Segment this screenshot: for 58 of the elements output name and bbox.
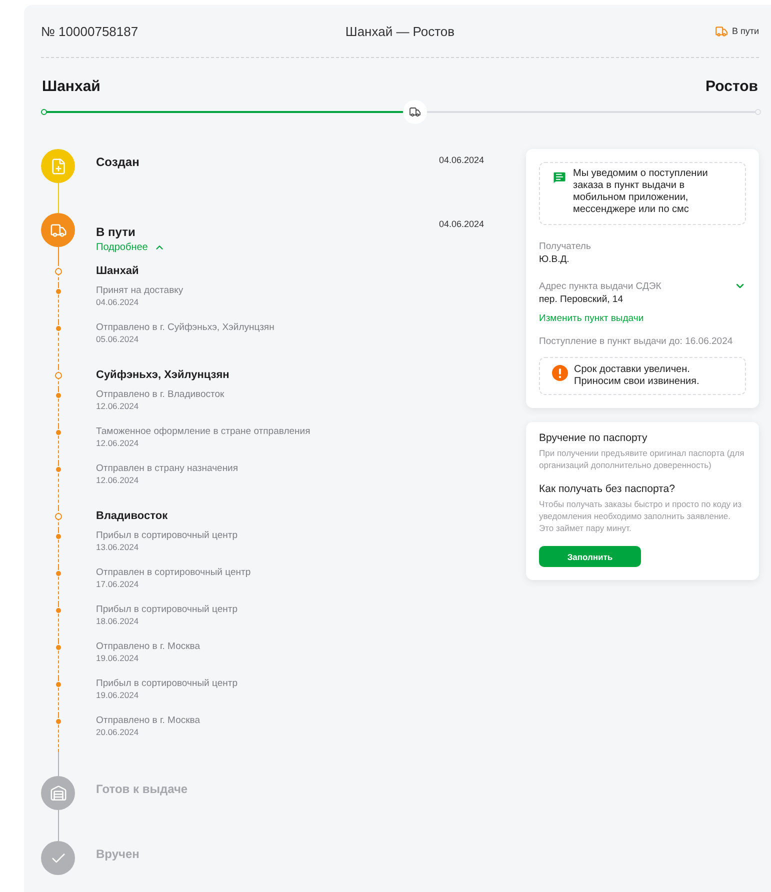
event-date: 19.06.2024 — [96, 653, 140, 664]
pickup-address: пер. Перовский, 14 — [539, 294, 624, 305]
warning-icon — [552, 365, 568, 381]
event-date: 19.06.2024 — [96, 690, 140, 701]
event-date: 13.06.2024 — [96, 542, 140, 553]
event-description: Отправлено в г. Владивосток — [96, 389, 226, 401]
event-description: Отправлен в сортировочный центр — [96, 567, 252, 579]
event-date: 04.06.2024 — [96, 297, 140, 308]
recipient-label: Получатель — [539, 241, 592, 252]
event-date: 05.06.2024 — [96, 334, 140, 345]
fill-form-button[interactable]: Заполнить — [539, 546, 641, 567]
event-description: Отправлено в г. Москва — [96, 641, 201, 653]
start-dot-icon — [41, 109, 47, 115]
event-description: Принят на доставку — [96, 285, 184, 297]
event-date: 20.06.2024 — [96, 727, 140, 738]
event-description: Таможенное оформление в стране отправления — [96, 426, 312, 438]
details-toggle[interactable]: Подробнее — [96, 242, 165, 253]
change-pickup-link[interactable]: Изменить пункт выдачи — [539, 313, 644, 324]
event-date: 12.06.2024 — [96, 475, 140, 486]
warning-text: Срок доставки увеличен. Приносим свои извинения. — [574, 364, 700, 388]
document-plus-icon — [50, 158, 66, 174]
passport-title: Вручение по паспорту — [539, 432, 648, 444]
event-date: 18.06.2024 — [96, 616, 140, 627]
stage-title: Готов к выдаче — [96, 782, 189, 796]
event-date: 17.06.2024 — [96, 579, 140, 590]
destination-city: Ростов — [706, 78, 758, 95]
city-name: Владивосток — [96, 509, 169, 524]
origin-city: Шанхай — [42, 78, 100, 95]
address-label: Адрес пункта выдачи СДЭК — [539, 280, 662, 292]
event-description: Прибыл в сортировочный центр — [96, 530, 238, 542]
event-description: Прибыл в сортировочный центр — [96, 678, 238, 690]
notice-text: Мы уведомим о поступлении заказа в пункт выдачи в мобильном приложении, мессенджере или по смс — [573, 168, 709, 216]
truck-icon — [409, 106, 422, 118]
order-status: В пути — [558, 24, 759, 38]
stage-title: Создан — [96, 155, 140, 169]
stage-title: Вручен — [96, 847, 140, 861]
route-title: Шанхай — Ростов — [345, 24, 455, 38]
stage-date: 04.06.2024 — [438, 154, 484, 167]
event-description: Отправлено в г. Москва — [96, 715, 201, 727]
answer-text: Чтобы получать заказы быстро и просто по коду из уведомления необходимо заполнить заявление. Это займет пару минут. — [539, 498, 743, 534]
event-date: 12.06.2024 — [96, 401, 140, 412]
event-description: Отправлено в г. Суйфэньхэ, Хэйлунцзян — [96, 322, 276, 334]
truck-icon — [50, 222, 66, 238]
event-date: 12.06.2024 — [96, 438, 140, 449]
event-description: Отправлен в страну назначения — [96, 463, 240, 475]
passport-text: При получении предъявите оригинал паспорта (для организаций дополнительно доверенность) — [539, 447, 746, 471]
order-number: № 10000758187 — [41, 24, 140, 38]
recipient-name: Ю.В.Д. — [539, 254, 570, 265]
truck-icon — [714, 24, 728, 38]
city-name: Суйфэньхэ, Хэйлунцзян — [96, 368, 230, 383]
event-description: Прибыл в сортировочный центр — [96, 604, 238, 616]
arrival-deadline: Поступление в пункт выдачи до: 16.06.2024 — [539, 336, 734, 347]
chat-icon — [552, 170, 567, 185]
question-title: Как получать без паспорта? — [539, 483, 676, 495]
warehouse-icon — [50, 784, 66, 802]
city-name: Шанхай — [96, 264, 140, 279]
stage-date: 04.06.2024 — [438, 218, 484, 231]
stage-title: В пути — [96, 225, 136, 239]
